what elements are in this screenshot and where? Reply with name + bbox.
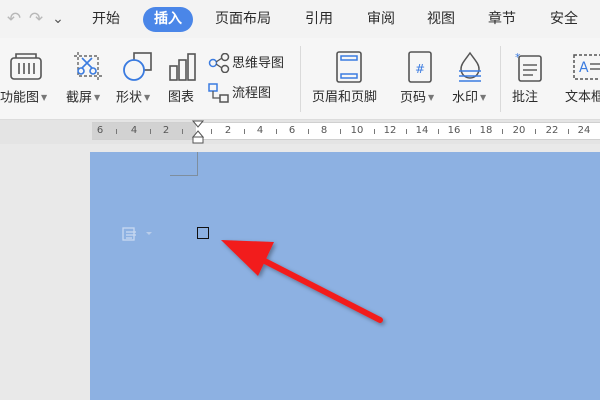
- header-footer-icon: [336, 51, 362, 83]
- paste-options-icon[interactable]: [120, 226, 160, 242]
- ruler-tick: [182, 129, 183, 134]
- mindmap-label: 思维导图: [232, 56, 285, 71]
- page-number-icon: #: [408, 51, 432, 83]
- flowchart-icon: [208, 83, 229, 103]
- quick-access-dropdown-icon[interactable]: ⌄: [48, 9, 68, 29]
- tab-insert[interactable]: 插入: [143, 7, 193, 32]
- ruler-tick-label: 18: [479, 125, 493, 136]
- mindmap-icon: [208, 53, 230, 73]
- ruler-tick: [568, 129, 569, 134]
- ruler-tick-label: 12: [383, 125, 397, 136]
- textbox-icon: A: [573, 54, 600, 80]
- ruler-tick-label: 22: [545, 125, 559, 136]
- ruler-tick-label: 16: [447, 125, 461, 136]
- ruler-tick: [244, 129, 245, 134]
- ruler-tick-label: 4: [130, 125, 138, 136]
- ruler-tick-label: 10: [350, 125, 364, 136]
- svg-text:A: A: [579, 60, 589, 76]
- ruler-tick: [502, 129, 503, 134]
- chevron-down-icon: ▼: [94, 93, 101, 102]
- ruler-tick: [150, 129, 151, 134]
- ruler-tick: [308, 129, 309, 134]
- tab-security[interactable]: 安全: [550, 7, 578, 32]
- screenshot-label: 截屏: [66, 90, 93, 106]
- redo-icon[interactable]: ↷: [26, 9, 46, 29]
- tab-references[interactable]: 引用: [305, 7, 333, 32]
- ruler-tick-label: 8: [320, 125, 328, 136]
- ruler-tick: [340, 129, 341, 134]
- menu-bar: ↶ ↷ ⌄ 开始 插入 页面布局 引用 审阅 视图 章节 安全: [0, 0, 600, 38]
- ruler-tick-label: 24: [577, 125, 591, 136]
- shapes-label: 形状: [116, 90, 143, 106]
- page-margin-corner-marker: [170, 152, 198, 176]
- watermark-label: 水印: [452, 90, 479, 106]
- tab-view[interactable]: 视图: [427, 7, 455, 32]
- ribbon-toolbar: 功能图 ▼ 截屏 ▼ 形状 ▼ 图表 思维导图 流程图 页眉和页脚 # 页码 ▼…: [0, 38, 600, 120]
- feature-chart-icon: [10, 53, 42, 80]
- ruler-tick-label: 14: [415, 125, 429, 136]
- chevron-down-icon: ▼: [480, 93, 487, 102]
- ruler-tick-label: 6: [96, 125, 104, 136]
- ruler-tick-label: 2: [162, 125, 170, 136]
- horizontal-ruler[interactable]: 6 4 2 2 4 6 8 10 12 14 16 18 20 22 24: [92, 122, 600, 140]
- textbox-label: 文本框: [565, 90, 600, 105]
- indent-marker-handle[interactable]: [192, 120, 204, 144]
- ruler-tick: [116, 129, 117, 134]
- ruler-tick: [406, 129, 407, 134]
- flowchart-label: 流程图: [232, 86, 272, 101]
- ruler-tick-label: 6: [288, 125, 296, 136]
- ruler-tick-label: 20: [512, 125, 526, 136]
- ruler-tick: [470, 129, 471, 134]
- tab-start[interactable]: 开始: [92, 7, 120, 32]
- shapes-icon: [123, 52, 152, 81]
- tab-page-layout[interactable]: 页面布局: [215, 7, 271, 32]
- header-footer-label: 页眉和页脚: [312, 90, 378, 105]
- chevron-down-icon: ▼: [428, 93, 435, 102]
- scissors-icon: [74, 52, 102, 80]
- comment-icon: *: [515, 51, 542, 82]
- bar-chart-icon: [169, 53, 196, 81]
- svg-text:#: #: [415, 62, 425, 76]
- ribbon-divider: [300, 46, 301, 112]
- page-number-label: 页码: [400, 90, 427, 106]
- feature-chart-label: 功能图: [0, 90, 40, 106]
- ruler-tick: [535, 129, 536, 134]
- text-cursor-box[interactable]: [197, 227, 209, 239]
- tab-review[interactable]: 审阅: [367, 7, 395, 32]
- ruler-tick: [211, 129, 212, 134]
- comment-label: 批注: [512, 90, 539, 105]
- tab-section[interactable]: 章节: [488, 7, 516, 32]
- ruler-tick: [438, 129, 439, 134]
- watermark-icon: [459, 51, 481, 82]
- svg-text:*: *: [515, 51, 521, 64]
- chevron-down-icon: ▼: [144, 93, 151, 102]
- ruler-margin-area: [92, 123, 196, 139]
- ruler-tick: [374, 129, 375, 134]
- ruler-tick-label: 4: [256, 125, 264, 136]
- chart-label: 图表: [168, 90, 195, 105]
- ruler-tick-label: 2: [224, 125, 232, 136]
- chevron-down-icon: ▼: [41, 93, 48, 102]
- document-page[interactable]: [90, 152, 600, 400]
- ruler-tick: [276, 129, 277, 134]
- ribbon-divider: [500, 46, 501, 112]
- horizontal-ruler-bar: 6 4 2 2 4 6 8 10 12 14 16 18 20 22 24: [0, 120, 600, 144]
- undo-icon[interactable]: ↶: [4, 9, 24, 29]
